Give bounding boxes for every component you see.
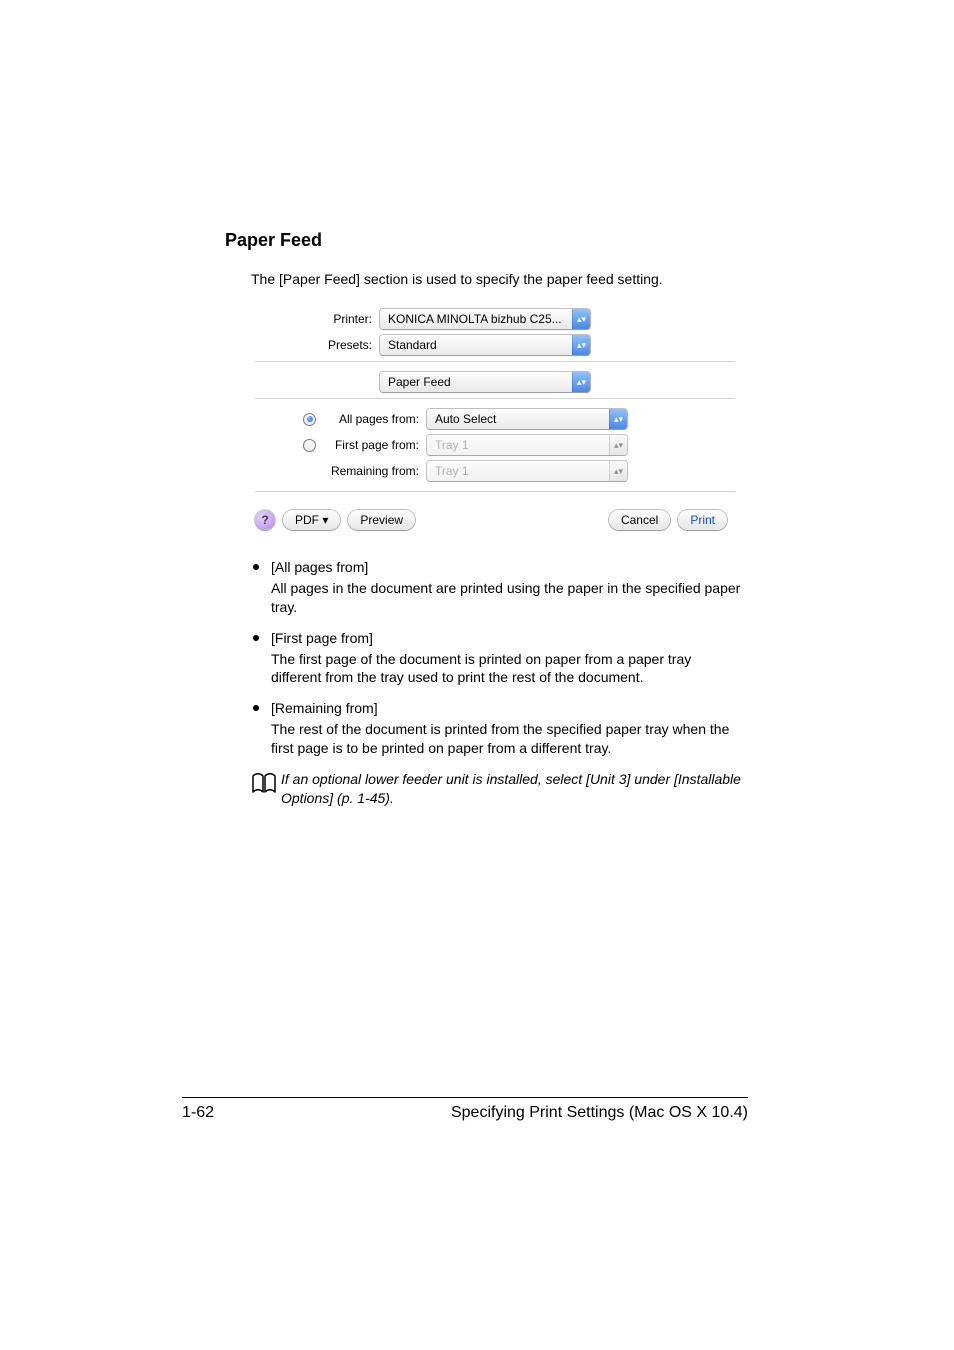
remaining-value: Tray 1 — [427, 464, 609, 478]
section-row: Paper Feed ▴▾ — [255, 372, 735, 392]
first-page-select: Tray 1 ▴▾ — [427, 435, 627, 455]
intro-text: The [Paper Feed] section is used to spec… — [251, 271, 745, 287]
all-pages-select[interactable]: Auto Select ▴▾ — [427, 409, 627, 429]
divider — [255, 361, 735, 362]
presets-label: Presets: — [255, 338, 380, 352]
list-item: [First page from] The first page of the … — [251, 629, 745, 688]
remaining-label: Remaining from: — [322, 464, 427, 478]
page-footer: 1-62 Specifying Print Settings (Mac OS X… — [182, 1097, 748, 1122]
section-select[interactable]: Paper Feed ▴▾ — [380, 372, 590, 392]
footer-title: Specifying Print Settings (Mac OS X 10.4… — [451, 1104, 748, 1122]
list-item: [Remaining from] The rest of the documen… — [251, 699, 745, 758]
radio-first-page[interactable] — [303, 439, 316, 452]
description: All pages in the document are printed us… — [271, 579, 745, 617]
radio-all-pages[interactable] — [303, 413, 316, 426]
all-pages-label: All pages from: — [322, 412, 427, 426]
preview-button[interactable]: Preview — [348, 510, 415, 530]
printer-select[interactable]: KONICA MINOLTA bizhub C25... ▴▾ — [380, 309, 590, 329]
term: [First page from] — [271, 629, 745, 648]
printer-row: Printer: KONICA MINOLTA bizhub C25... ▴▾ — [255, 309, 735, 329]
presets-select[interactable]: Standard ▴▾ — [380, 335, 590, 355]
remaining-row: Remaining from: Tray 1 ▴▾ — [255, 461, 735, 481]
print-dialog: Printer: KONICA MINOLTA bizhub C25... ▴▾… — [255, 309, 735, 530]
all-pages-row: All pages from: Auto Select ▴▾ — [255, 409, 735, 429]
first-page-row: First page from: Tray 1 ▴▾ — [255, 435, 735, 455]
divider — [255, 491, 735, 492]
button-bar: ? PDF ▾ Preview Cancel Print — [255, 510, 735, 530]
first-page-value: Tray 1 — [427, 438, 609, 452]
updown-icon: ▴▾ — [572, 309, 590, 329]
term: [All pages from] — [271, 558, 745, 577]
updown-icon: ▴▾ — [609, 409, 627, 429]
pdf-label: PDF ▾ — [295, 513, 328, 527]
updown-icon: ▴▾ — [609, 461, 627, 481]
help-button[interactable]: ? — [255, 510, 275, 530]
updown-icon: ▴▾ — [609, 435, 627, 455]
description: The first page of the document is printe… — [271, 650, 745, 688]
description-list: [All pages from] All pages in the docume… — [251, 558, 745, 758]
section-value: Paper Feed — [380, 375, 572, 389]
cancel-button[interactable]: Cancel — [609, 510, 670, 530]
page-number: 1-62 — [182, 1104, 214, 1122]
page-content: Paper Feed The [Paper Feed] section is u… — [225, 230, 745, 808]
note-text: If an optional lower feeder unit is inst… — [281, 770, 745, 808]
all-pages-value: Auto Select — [427, 412, 609, 426]
pdf-button[interactable]: PDF ▾ — [283, 510, 340, 530]
remaining-select: Tray 1 ▴▾ — [427, 461, 627, 481]
description: The rest of the document is printed from… — [271, 720, 745, 758]
print-button[interactable]: Print — [678, 510, 727, 530]
first-page-label: First page from: — [322, 438, 427, 452]
note: If an optional lower feeder unit is inst… — [251, 770, 745, 808]
section-heading: Paper Feed — [225, 230, 745, 251]
printer-label: Printer: — [255, 312, 380, 326]
divider — [255, 398, 735, 399]
updown-icon: ▴▾ — [572, 372, 590, 392]
term: [Remaining from] — [271, 699, 745, 718]
printer-value: KONICA MINOLTA bizhub C25... — [380, 312, 572, 326]
list-item: [All pages from] All pages in the docume… — [251, 558, 745, 617]
presets-value: Standard — [380, 338, 572, 352]
book-icon — [251, 770, 281, 808]
updown-icon: ▴▾ — [572, 335, 590, 355]
presets-row: Presets: Standard ▴▾ — [255, 335, 735, 355]
